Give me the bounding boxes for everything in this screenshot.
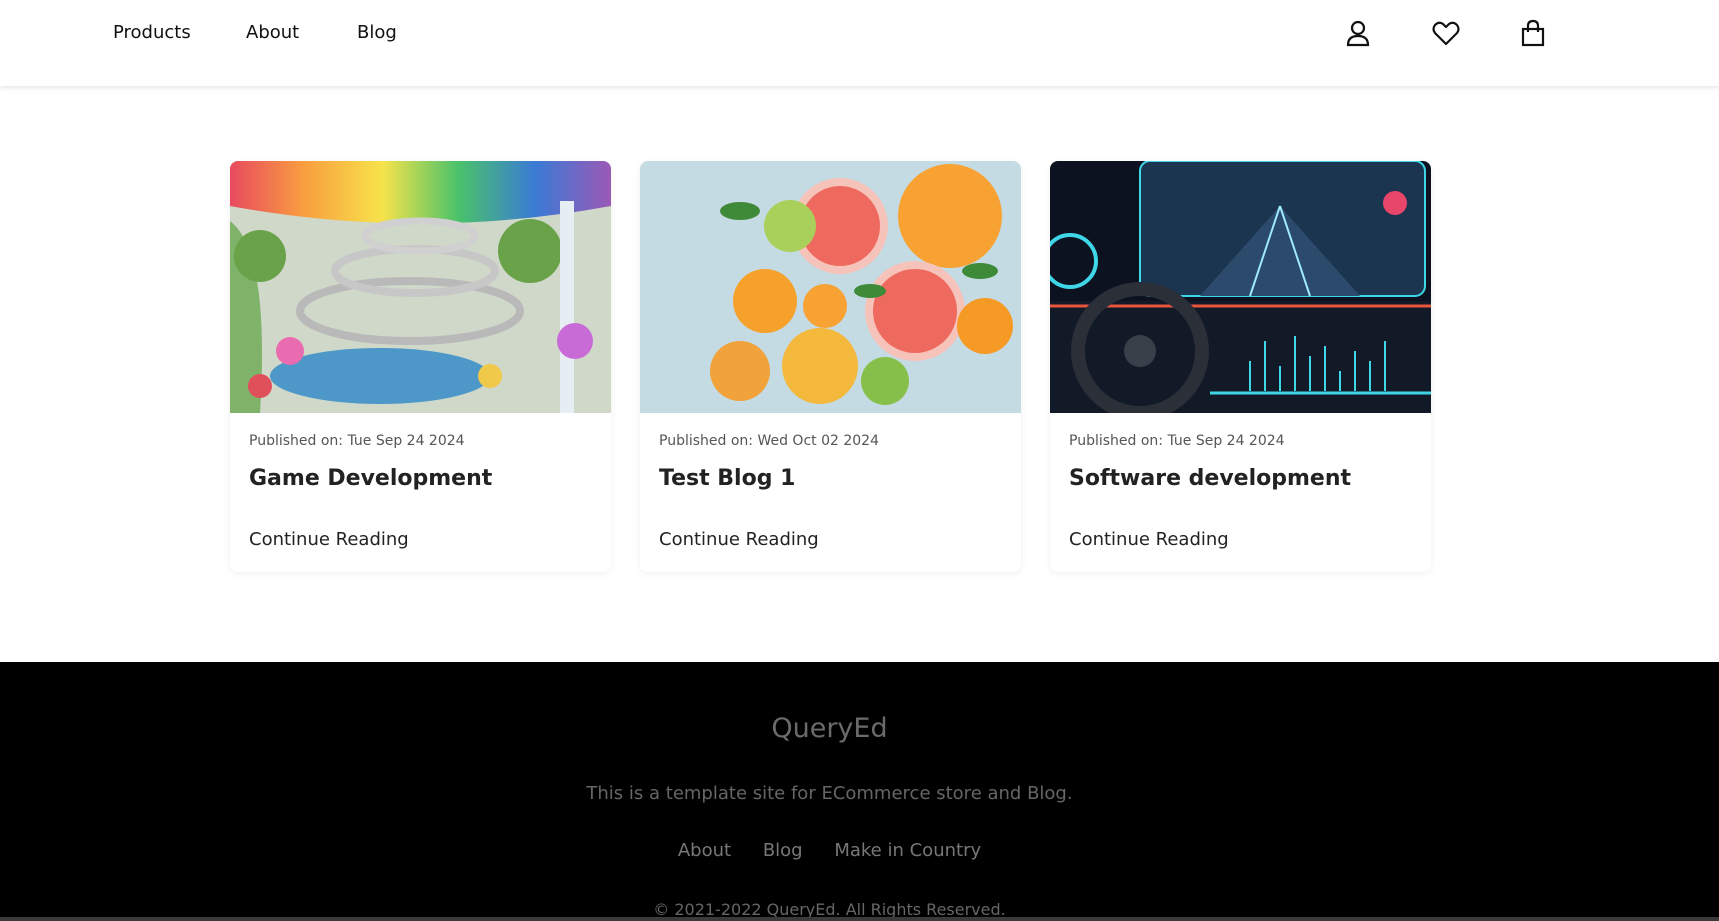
post-date: Published on: Tue Sep 24 2024	[1069, 433, 1285, 449]
blog-card[interactable]: Published on: Tue Sep 24 2024 Game Devel…	[230, 161, 611, 572]
post-date: Published on: Wed Oct 02 2024	[659, 433, 879, 449]
bottom-divider	[0, 917, 1719, 921]
car-dashboard-image[interactable]	[1050, 161, 1431, 413]
nav-about-link[interactable]: About	[246, 22, 299, 43]
user-icon[interactable]	[1343, 18, 1373, 48]
nav-blog-link[interactable]: Blog	[357, 22, 397, 43]
citrus-fruits-image[interactable]	[640, 161, 1021, 413]
continue-reading-link[interactable]: Continue Reading	[659, 529, 819, 550]
post-title[interactable]: Software development	[1069, 466, 1351, 491]
site-header: Products About Blog	[0, 0, 1719, 86]
continue-reading-link[interactable]: Continue Reading	[249, 529, 409, 550]
footer-description: This is a template site for ECommerce st…	[586, 783, 1073, 804]
post-title[interactable]: Game Development	[249, 466, 492, 491]
heart-icon[interactable]	[1431, 18, 1461, 48]
nav-products-link[interactable]: Products	[113, 22, 191, 43]
footer-brand: QueryEd	[771, 713, 888, 744]
footer-about-link[interactable]: About	[678, 840, 731, 861]
site-footer: QueryEd This is a template site for ECom…	[0, 662, 1719, 921]
footer-links: About Blog Make in Country	[0, 840, 1659, 861]
blog-card[interactable]: Published on: Tue Sep 24 2024 Software d…	[1050, 161, 1431, 572]
continue-reading-link[interactable]: Continue Reading	[1069, 529, 1229, 550]
footer-make-in-country-link[interactable]: Make in Country	[834, 840, 981, 861]
blog-card[interactable]: Published on: Wed Oct 02 2024 Test Blog …	[640, 161, 1021, 572]
post-title[interactable]: Test Blog 1	[659, 466, 795, 491]
post-date: Published on: Tue Sep 24 2024	[249, 433, 465, 449]
bag-icon[interactable]	[1518, 18, 1548, 48]
staircase-garden-image[interactable]	[230, 161, 611, 413]
footer-blog-link[interactable]: Blog	[763, 840, 803, 861]
